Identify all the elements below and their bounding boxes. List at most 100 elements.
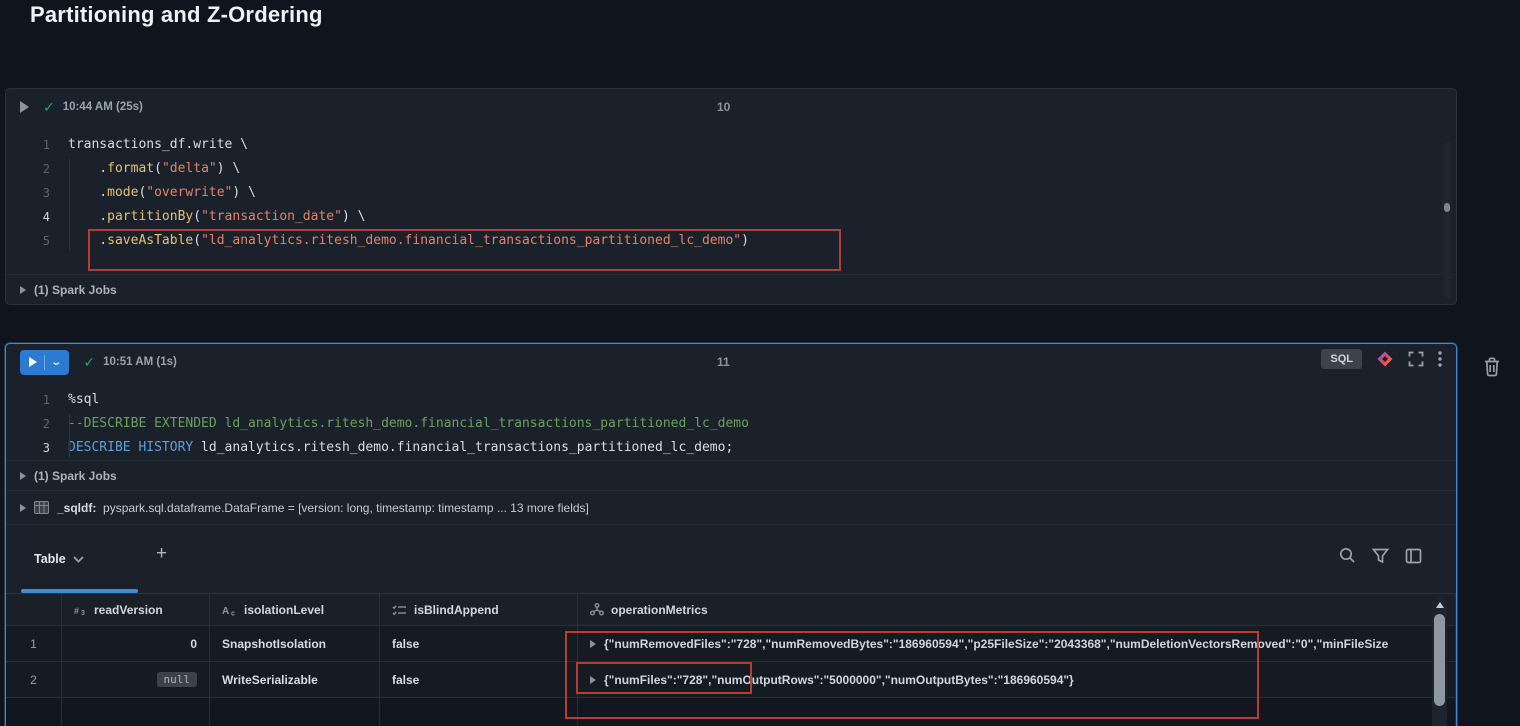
run-options-chevron-icon[interactable]: ⌄ bbox=[45, 350, 67, 375]
expand-caret-icon bbox=[20, 504, 26, 512]
search-icon[interactable] bbox=[1339, 547, 1356, 564]
run-icon[interactable] bbox=[22, 350, 44, 375]
page-title: Partitioning and Z-Ordering bbox=[30, 2, 323, 28]
expand-fullscreen-icon[interactable] bbox=[1408, 351, 1424, 367]
line-number: 1 bbox=[6, 388, 68, 412]
table-empty-filler bbox=[6, 698, 1456, 726]
svg-text:3: 3 bbox=[81, 610, 85, 616]
cell1-header: ✓ 10:44 AM (25s) 10 bbox=[6, 89, 1456, 125]
line-number: 2 bbox=[6, 412, 68, 436]
code-text: DESCRIBE HISTORY ld_analytics.ritesh_dem… bbox=[68, 436, 733, 460]
side-panel-icon[interactable] bbox=[1405, 547, 1422, 564]
cell1-spark-jobs-toggle[interactable]: (1) Spark Jobs bbox=[6, 274, 1456, 304]
cell2-code-editor[interactable]: 1%sql2--DESCRIBE EXTENDED ld_analytics.r… bbox=[6, 380, 1456, 460]
expand-json-caret-icon[interactable] bbox=[590, 640, 596, 648]
cell-value: false bbox=[392, 673, 419, 687]
line-number: 2 bbox=[6, 157, 68, 181]
code-text: .saveAsTable("ld_analytics.ritesh_demo.f… bbox=[68, 229, 749, 253]
column-header-isBlindAppend[interactable]: isBlindAppend bbox=[380, 594, 578, 626]
code-line[interactable]: 3DESCRIBE HISTORY ld_analytics.ritesh_de… bbox=[6, 436, 1456, 460]
code-line[interactable]: 4 .partitionBy("transaction_date") \ bbox=[6, 205, 1456, 229]
expand-caret-icon bbox=[20, 286, 26, 294]
language-badge[interactable]: SQL bbox=[1321, 349, 1362, 369]
code-text: %sql bbox=[68, 388, 99, 412]
cell-menu-kebab-icon[interactable] bbox=[1438, 351, 1442, 367]
spark-jobs-label: (1) Spark Jobs bbox=[34, 283, 117, 297]
line-number: 5 bbox=[6, 229, 68, 253]
code-text: .partitionBy("transaction_date") \ bbox=[68, 205, 365, 229]
tab-table[interactable]: Table bbox=[34, 552, 84, 566]
line-number: 3 bbox=[6, 436, 68, 460]
null-value-badge: null bbox=[157, 672, 198, 687]
assistant-sparkle-icon[interactable] bbox=[1376, 350, 1394, 368]
column-header-readVersion[interactable]: #3 readVersion bbox=[62, 594, 210, 626]
run-cell-icon[interactable] bbox=[20, 101, 29, 113]
indent-guide bbox=[69, 159, 70, 251]
sqldf-variable-name: _sqldf: bbox=[57, 501, 96, 515]
cell1-execution-number: 10 bbox=[717, 100, 730, 114]
table-header-row: #3 readVersion Ac isolationLevel isBlindAppe… bbox=[6, 594, 1456, 626]
add-visualization-button[interactable]: + bbox=[156, 543, 167, 565]
delete-cell-trash-icon[interactable] bbox=[1482, 356, 1502, 378]
svg-text:A: A bbox=[222, 606, 229, 616]
column-label: readVersion bbox=[94, 603, 163, 617]
run-cell-split-button[interactable]: ⌄ bbox=[20, 350, 69, 375]
indent-guide bbox=[69, 414, 70, 458]
cell-value: 0 bbox=[190, 637, 197, 651]
cell1-editor-scrollbar[interactable] bbox=[1443, 141, 1451, 299]
sqldf-dataframe-toggle[interactable]: _sqldf: pyspark.sql.dataframe.DataFrame … bbox=[6, 490, 1456, 525]
svg-text:c: c bbox=[231, 610, 235, 616]
cell-value: WriteSerializable bbox=[222, 673, 318, 687]
dataframe-table-icon bbox=[34, 501, 49, 514]
operation-metrics-json: {"numFiles":"728","numOutputRows":"50000… bbox=[604, 673, 1074, 687]
success-check-icon: ✓ bbox=[83, 354, 95, 371]
expand-json-caret-icon[interactable] bbox=[590, 676, 596, 684]
cell1-code-editor[interactable]: 1transactions_df.write \2 .format("delta… bbox=[6, 125, 1456, 253]
cell2-run-timestamp: 10:51 AM (1s) bbox=[103, 356, 177, 368]
success-check-icon: ✓ bbox=[43, 99, 55, 116]
line-number: 1 bbox=[6, 133, 68, 157]
code-line[interactable]: 1transactions_df.write \ bbox=[6, 133, 1456, 157]
column-header-operationMetrics[interactable]: operationMetrics bbox=[578, 594, 1456, 626]
active-tab-indicator bbox=[21, 589, 138, 593]
cell2-spark-jobs-toggle[interactable]: (1) Spark Jobs bbox=[6, 460, 1456, 490]
tab-table-label: Table bbox=[34, 552, 66, 566]
code-text: --DESCRIBE EXTENDED ld_analytics.ritesh_… bbox=[68, 412, 749, 436]
filter-icon[interactable] bbox=[1372, 547, 1389, 564]
svg-text:#: # bbox=[74, 606, 79, 616]
cell2-execution-number: 11 bbox=[717, 355, 730, 369]
table-row[interactable]: 1 0 SnapshotIsolation false {"numRemovedFile… bbox=[6, 626, 1456, 662]
scrollbar-thumb[interactable] bbox=[1444, 203, 1450, 212]
code-line[interactable]: 5 .saveAsTable("ld_analytics.ritesh_demo… bbox=[6, 229, 1456, 253]
row-number-cell: 1 bbox=[6, 626, 62, 662]
code-line[interactable]: 2--DESCRIBE EXTENDED ld_analytics.ritesh… bbox=[6, 412, 1456, 436]
column-label: isBlindAppend bbox=[414, 603, 499, 617]
table-vertical-scrollbar[interactable] bbox=[1432, 597, 1447, 726]
line-number: 3 bbox=[6, 181, 68, 205]
cell1-run-timestamp: 10:44 AM (25s) bbox=[63, 101, 143, 113]
code-text: .mode("overwrite") \ bbox=[68, 181, 256, 205]
notebook-cell-1: ✓ 10:44 AM (25s) 10 1transactions_df.wri… bbox=[5, 88, 1457, 305]
table-row[interactable]: 2 null WriteSerializable false {"numFiles":"… bbox=[6, 662, 1456, 698]
code-text: .format("delta") \ bbox=[68, 157, 240, 181]
results-toolbar: Table + bbox=[6, 525, 1456, 594]
map-type-icon bbox=[590, 603, 604, 616]
line-number: 4 bbox=[6, 205, 68, 229]
column-label: isolationLevel bbox=[244, 603, 324, 617]
column-header-isolationLevel[interactable]: Ac isolationLevel bbox=[210, 594, 380, 626]
string-type-icon: Ac bbox=[222, 604, 237, 616]
expand-caret-icon bbox=[20, 472, 26, 480]
code-line[interactable]: 3 .mode("overwrite") \ bbox=[6, 181, 1456, 205]
sqldf-schema-summary: pyspark.sql.dataframe.DataFrame = [versi… bbox=[103, 501, 589, 515]
notebook-screen: Partitioning and Z-Ordering ✓ 10:44 AM (… bbox=[0, 0, 1520, 726]
number-type-icon: #3 bbox=[74, 604, 87, 616]
notebook-cell-2: ⌄ ✓ 10:51 AM (1s) 11 SQL bbox=[5, 343, 1457, 726]
cell-value: SnapshotIsolation bbox=[222, 637, 326, 651]
operation-metrics-json: {"numRemovedFiles":"728","numRemovedByte… bbox=[604, 637, 1388, 651]
cell-value: false bbox=[392, 637, 419, 651]
code-line[interactable]: 1%sql bbox=[6, 388, 1456, 412]
scrollbar-thumb[interactable] bbox=[1434, 614, 1445, 706]
code-line[interactable]: 2 .format("delta") \ bbox=[6, 157, 1456, 181]
scroll-up-arrow[interactable] bbox=[1436, 602, 1444, 608]
row-number-cell: 2 bbox=[6, 662, 62, 698]
